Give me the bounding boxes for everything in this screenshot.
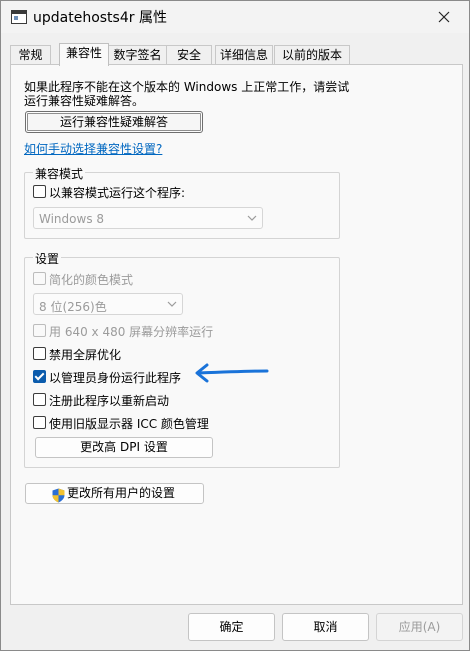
- color-depth-value: 8 位(256)色: [39, 300, 107, 314]
- color-depth-select[interactable]: 8 位(256)色: [33, 293, 183, 315]
- tab-strip: 常规 兼容性 数字签名 安全 详细信息 以前的版本: [1, 43, 469, 66]
- window-title: updatehosts4r 属性: [33, 10, 167, 26]
- apply-button[interactable]: 应用(A): [376, 613, 463, 641]
- legacy-icc-checkbox[interactable]: [33, 416, 46, 429]
- compat-os-value: Windows 8: [39, 212, 105, 226]
- run-as-admin-label: 以管理员身份运行此程序: [49, 371, 182, 385]
- chevron-down-icon: [247, 215, 257, 221]
- close-icon[interactable]: [433, 7, 455, 27]
- compat-mode-checkbox[interactable]: [33, 185, 46, 198]
- reduced-color-label: 简化的颜色模式: [49, 273, 134, 287]
- ok-button[interactable]: 确定: [188, 613, 275, 641]
- app-window-icon: [11, 10, 27, 24]
- compat-mode-group: 兼容模式 以兼容模式运行这个程序: Windows 8: [24, 165, 340, 239]
- legacy-icc-label: 使用旧版显示器 ICC 颜色管理: [49, 417, 209, 431]
- cancel-button[interactable]: 取消: [282, 613, 369, 641]
- tab-digital-signatures[interactable]: 数字签名: [108, 45, 167, 64]
- annotation-arrow-icon: [195, 363, 269, 383]
- settings-group: 设置 简化的颜色模式 8 位(256)色 用 640 x 480 屏幕分辨率运行…: [24, 250, 340, 468]
- compatibility-panel: 如果此程序不能在这个版本的 Windows 上正常工作，请尝试 运行兼容性疑难解…: [10, 64, 463, 605]
- run-troubleshooter-button[interactable]: 运行兼容性疑难解答: [25, 111, 203, 133]
- tab-security[interactable]: 安全: [166, 45, 212, 64]
- intro-text-line2: 运行兼容性疑难解答。: [24, 94, 145, 108]
- tab-general[interactable]: 常规: [10, 45, 51, 64]
- res640-checkbox[interactable]: [33, 324, 46, 337]
- compat-os-select[interactable]: Windows 8: [33, 207, 263, 229]
- change-all-users-label: 更改所有用户的设置: [67, 486, 176, 500]
- settings-legend: 设置: [33, 250, 62, 267]
- disable-fullscreen-checkbox[interactable]: [33, 347, 46, 360]
- properties-dialog: updatehosts4r 属性 常规 兼容性 数字签名 安全 详细信息 以前的…: [0, 0, 470, 651]
- run-as-admin-checkbox[interactable]: [33, 370, 46, 383]
- res640-label: 用 640 x 480 屏幕分辨率运行: [49, 325, 214, 339]
- compat-mode-legend: 兼容模式: [33, 165, 86, 182]
- tab-details[interactable]: 详细信息: [215, 45, 273, 64]
- manual-settings-link[interactable]: 如何手动选择兼容性设置?: [24, 140, 162, 157]
- title-bar[interactable]: updatehosts4r 属性: [1, 1, 469, 33]
- register-restart-label: 注册此程序以重新启动: [49, 394, 170, 408]
- reduced-color-checkbox[interactable]: [33, 272, 46, 285]
- change-all-users-button[interactable]: 更改所有用户的设置: [25, 483, 204, 504]
- compat-mode-label: 以兼容模式运行这个程序:: [49, 186, 186, 200]
- register-restart-checkbox[interactable]: [33, 393, 46, 406]
- change-high-dpi-button[interactable]: 更改高 DPI 设置: [35, 437, 213, 458]
- uac-shield-icon: [52, 488, 65, 503]
- disable-fullscreen-label: 禁用全屏优化: [49, 348, 122, 362]
- tab-previous-versions[interactable]: 以前的版本: [274, 45, 350, 64]
- chevron-down-icon: [167, 301, 177, 307]
- tab-compatibility[interactable]: 兼容性: [59, 43, 109, 66]
